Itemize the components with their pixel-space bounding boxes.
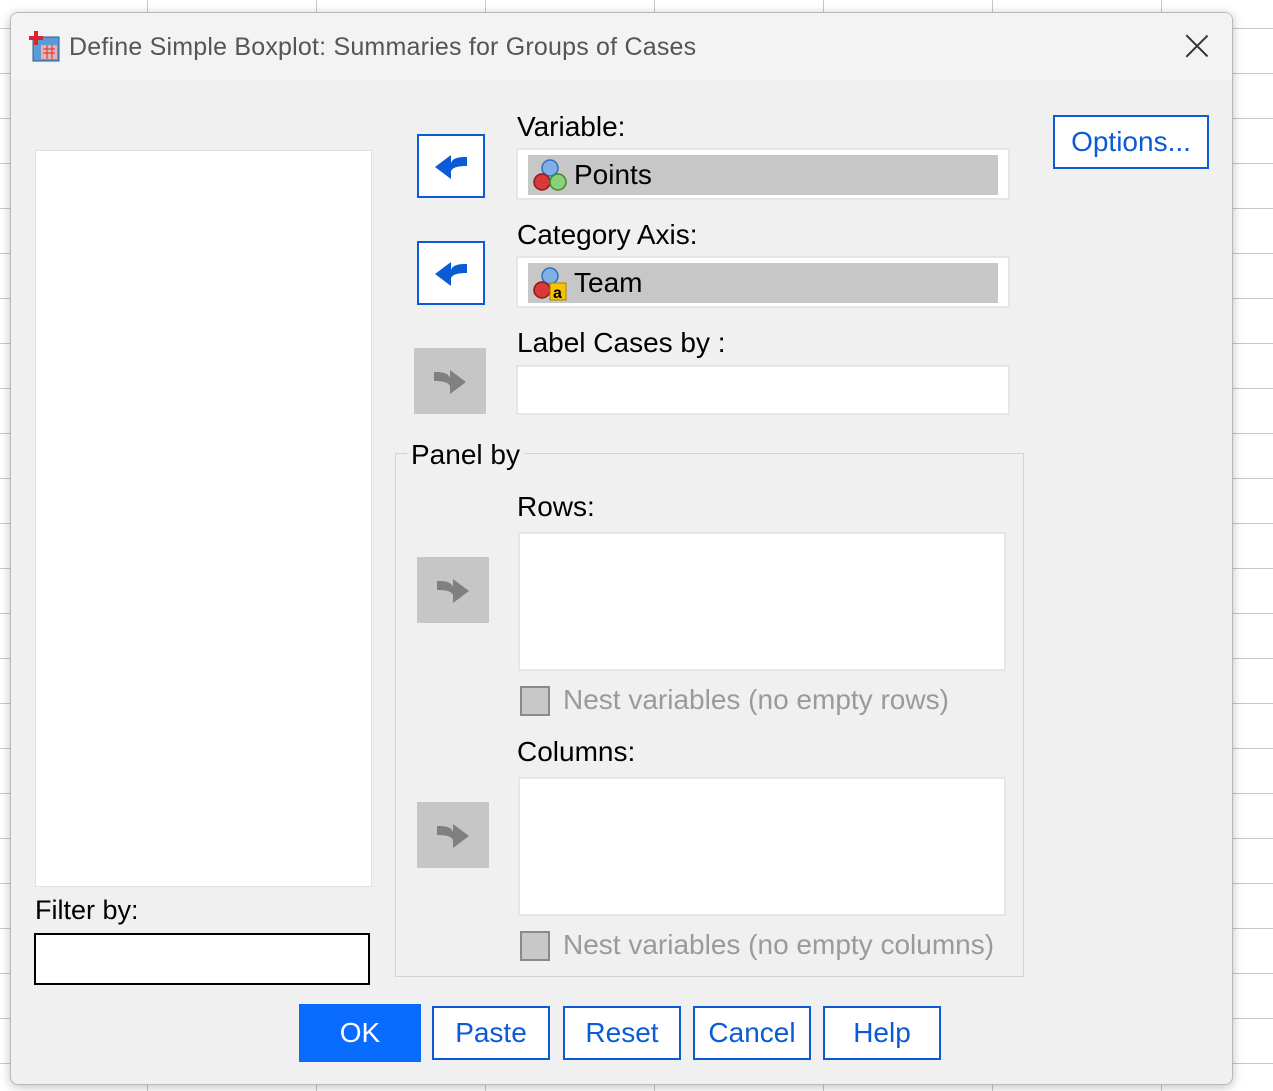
arrow-left-icon xyxy=(435,262,467,286)
arrow-right-icon xyxy=(434,370,466,394)
move-to-category-axis-button[interactable] xyxy=(417,241,485,305)
help-button[interactable]: Help xyxy=(823,1006,941,1060)
variable-label: Variable: xyxy=(517,111,626,142)
move-to-variable-button[interactable] xyxy=(417,134,485,198)
columns-label: Columns: xyxy=(517,736,636,767)
variable-field[interactable]: Points xyxy=(516,148,1010,200)
window-title: Define Simple Boxplot: Summaries for Gro… xyxy=(69,33,697,61)
title-bar[interactable]: Define Simple Boxplot: Summaries for Gro… xyxy=(11,13,1232,81)
cancel-button[interactable]: Cancel xyxy=(693,1006,811,1060)
spss-chart-icon xyxy=(29,31,60,62)
label-cases-by-label: Label Cases by : xyxy=(517,327,726,358)
nest-rows-checkbox[interactable] xyxy=(520,686,550,716)
filter-by-label: Filter by: xyxy=(35,895,139,925)
scale-variable-icon xyxy=(533,159,567,191)
category-axis-value: Team xyxy=(574,267,643,298)
svg-text:a: a xyxy=(553,285,562,301)
rows-label: Rows: xyxy=(517,491,595,522)
filter-by-field[interactable] xyxy=(34,933,370,985)
category-axis-label: Category Axis: xyxy=(517,219,698,250)
nominal-string-variable-icon: a xyxy=(533,267,567,301)
panel-by-title: Panel by xyxy=(407,439,524,471)
nest-columns-checkbox[interactable] xyxy=(520,931,550,961)
options-button[interactable]: Options... xyxy=(1053,115,1209,169)
columns-field[interactable] xyxy=(518,777,1006,916)
variable-value: Points xyxy=(574,159,652,190)
reset-button[interactable]: Reset xyxy=(563,1006,681,1060)
rows-field[interactable] xyxy=(518,532,1006,671)
nest-columns-label: Nest variables (no empty columns) xyxy=(563,929,995,960)
arrow-left-icon xyxy=(435,155,467,179)
label-cases-by-field[interactable] xyxy=(516,365,1010,415)
ok-button[interactable]: OK xyxy=(299,1004,421,1062)
move-to-columns-button[interactable] xyxy=(417,802,489,868)
define-simple-boxplot-dialog: Define Simple Boxplot: Summaries for Gro… xyxy=(10,12,1233,1085)
close-icon[interactable] xyxy=(1180,29,1214,63)
source-variable-list[interactable] xyxy=(35,150,372,887)
arrow-right-icon xyxy=(437,824,469,848)
move-to-label-cases-button[interactable] xyxy=(414,348,486,414)
nest-rows-label: Nest variables (no empty rows) xyxy=(563,684,949,715)
arrow-right-icon xyxy=(437,579,469,603)
category-axis-field[interactable]: a Team xyxy=(516,256,1010,308)
paste-button[interactable]: Paste xyxy=(432,1006,550,1060)
move-to-rows-button[interactable] xyxy=(417,557,489,623)
